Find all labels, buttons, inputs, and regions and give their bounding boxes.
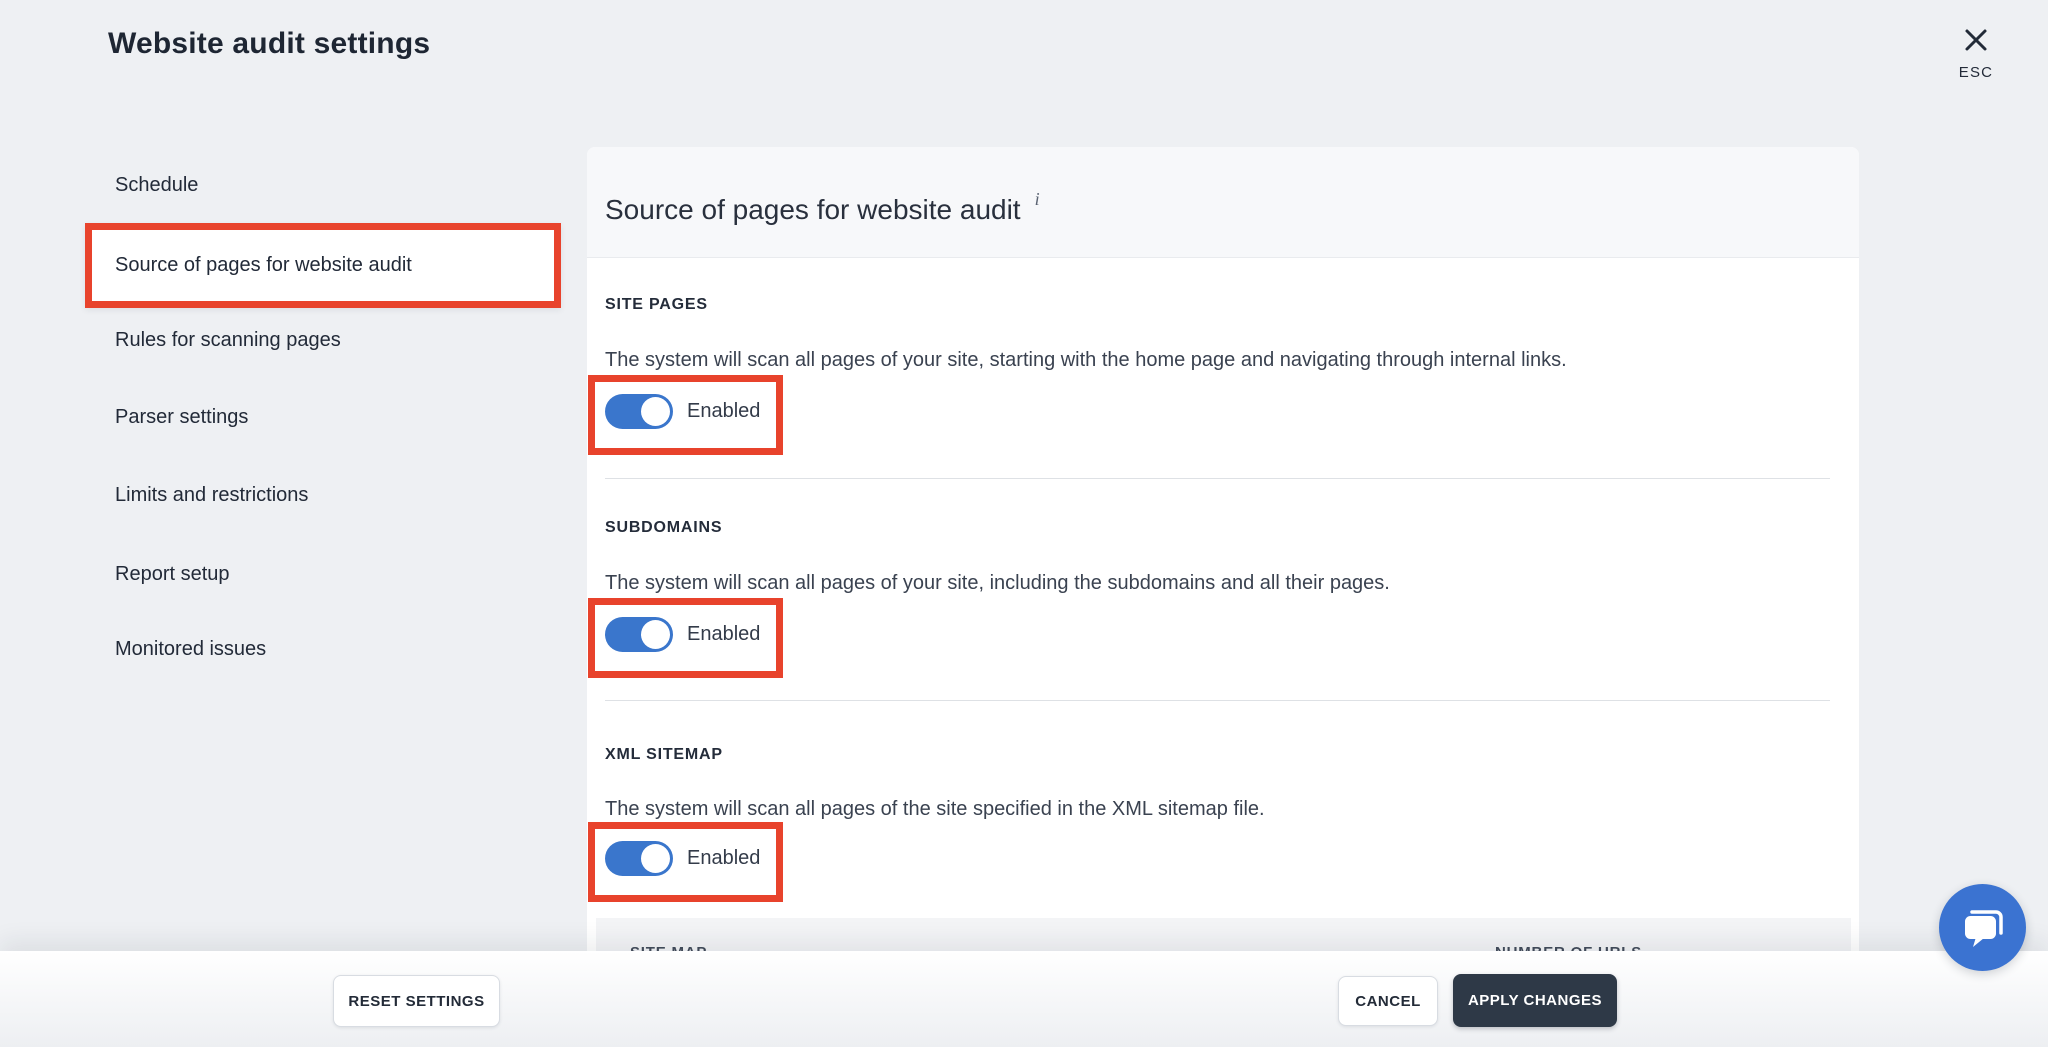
sidebar-item-monitored-issues[interactable]: Monitored issues xyxy=(115,638,266,661)
column-header-site-map: SITE MAP xyxy=(630,944,707,951)
section-desc-site-pages: The system will scan all pages of your s… xyxy=(605,349,1567,372)
sidebar-item-limits-restrictions[interactable]: Limits and restrictions xyxy=(115,484,308,507)
section-desc-xml-sitemap: The system will scan all pages of the si… xyxy=(605,798,1265,821)
sitemap-table-header: SITE MAP NUMBER OF URLS xyxy=(596,918,1851,951)
toggle-knob xyxy=(641,397,670,426)
esc-label: ESC xyxy=(1940,64,2012,81)
toggle-knob xyxy=(641,844,670,873)
subdomains-toggle-label: Enabled xyxy=(687,623,760,646)
section-label-site-pages: SITE PAGES xyxy=(605,296,708,314)
chat-widget-button[interactable] xyxy=(1939,884,2026,971)
xml-sitemap-toggle[interactable] xyxy=(605,841,673,876)
panel-heading: Source of pages for website audit i xyxy=(605,189,1040,226)
toggle-knob xyxy=(641,620,670,649)
section-divider xyxy=(605,478,1830,479)
subdomains-toggle[interactable] xyxy=(605,617,673,652)
section-label-xml-sitemap: XML SITEMAP xyxy=(605,746,723,764)
site-pages-toggle[interactable] xyxy=(605,394,673,429)
cancel-button[interactable]: CANCEL xyxy=(1338,976,1438,1026)
section-label-subdomains: SUBDOMAINS xyxy=(605,519,722,537)
close-icon[interactable] xyxy=(1960,24,1992,56)
footer-bar: RESET SETTINGS CANCEL APPLY CHANGES xyxy=(0,951,2048,1047)
sidebar-item-label: Source of pages for website audit xyxy=(115,254,412,277)
website-audit-settings-modal: Website audit settings ESC Schedule Sour… xyxy=(0,0,2048,1047)
close-button[interactable]: ESC xyxy=(1940,24,2012,81)
section-divider xyxy=(605,700,1830,701)
settings-panel xyxy=(587,147,1859,951)
sidebar-item-rules-for-scanning[interactable]: Rules for scanning pages xyxy=(115,329,341,352)
reset-settings-button[interactable]: RESET SETTINGS xyxy=(333,975,500,1027)
sidebar-item-source-of-pages-selected[interactable]: Source of pages for website audit xyxy=(85,223,561,308)
sidebar-item-report-setup[interactable]: Report setup xyxy=(115,563,230,586)
sidebar-item-parser-settings[interactable]: Parser settings xyxy=(115,406,248,429)
section-desc-subdomains: The system will scan all pages of your s… xyxy=(605,572,1390,595)
info-icon[interactable]: i xyxy=(1035,189,1040,209)
xml-sitemap-toggle-label: Enabled xyxy=(687,847,760,870)
apply-changes-button[interactable]: APPLY CHANGES xyxy=(1453,974,1617,1027)
page-title: Website audit settings xyxy=(108,27,430,61)
chat-icon xyxy=(1960,907,2006,949)
sidebar-item-schedule[interactable]: Schedule xyxy=(115,174,198,197)
column-header-number-of-urls: NUMBER OF URLS xyxy=(1495,944,1642,951)
panel-heading-text: Source of pages for website audit xyxy=(605,194,1021,225)
site-pages-toggle-label: Enabled xyxy=(687,400,760,423)
